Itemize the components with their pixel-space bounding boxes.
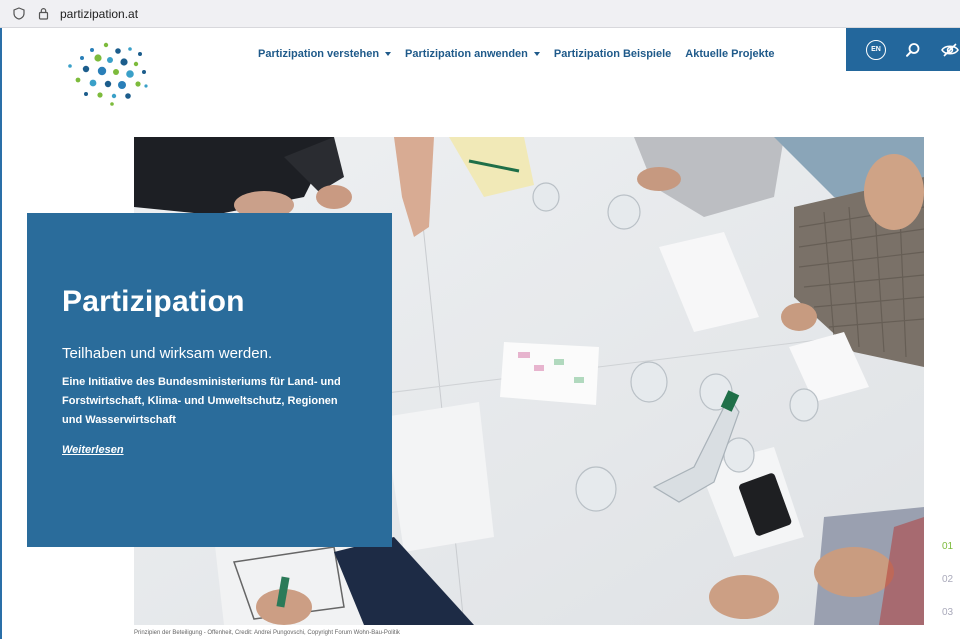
- nav-item-label: Partizipation anwenden: [405, 48, 528, 60]
- pager-item-03[interactable]: 03: [942, 607, 953, 618]
- search-icon[interactable]: [904, 39, 922, 61]
- nav-item-partizipation-beispiele[interactable]: Partizipation Beispiele: [554, 48, 671, 60]
- language-switch-button[interactable]: EN: [866, 39, 886, 61]
- nav-item-partizipation-anwenden[interactable]: Partizipation anwenden: [405, 48, 540, 60]
- nav-item-partizipation-verstehen[interactable]: Partizipation verstehen: [258, 48, 392, 60]
- url-text[interactable]: partizipation.at: [60, 7, 138, 21]
- read-more-link[interactable]: Weiterlesen: [62, 444, 124, 456]
- window-edge: [0, 28, 2, 639]
- shield-icon[interactable]: [12, 7, 26, 21]
- nav-item-label: Partizipation Beispiele: [553, 48, 672, 60]
- caret-down-icon: [533, 52, 540, 56]
- nav-item-aktuelle-projekte[interactable]: Aktuelle Projekte: [685, 48, 774, 60]
- caret-down-icon: [385, 52, 392, 56]
- main-navigation: Partizipation verstehen Partizipation an…: [258, 48, 775, 60]
- slider-pager: 01 02 03: [942, 541, 953, 618]
- nav-item-label: Partizipation verstehen: [258, 48, 380, 60]
- browser-address-bar: partizipation.at: [0, 0, 960, 28]
- header-tools: EN: [846, 28, 960, 71]
- hero-title: Partizipation: [62, 285, 245, 318]
- language-label: EN: [866, 39, 886, 60]
- hero-description: Eine Initiative des Bundesministeriums f…: [62, 376, 341, 426]
- lock-icon[interactable]: [36, 7, 50, 21]
- image-caption: Prinzipien der Beteiligung - Offenheit, …: [134, 630, 400, 636]
- pager-item-01[interactable]: 01: [942, 541, 953, 552]
- pager-item-02[interactable]: 02: [942, 574, 953, 585]
- eye-slash-icon[interactable]: [940, 39, 960, 61]
- hero-text-box: Partizipation Teilhaben und wirksam werd…: [27, 213, 392, 547]
- site-logo[interactable]: [60, 38, 152, 108]
- nav-item-label: Aktuelle Projekte: [685, 48, 775, 60]
- hero-subtitle: Teilhaben und wirksam werden.: [62, 345, 273, 362]
